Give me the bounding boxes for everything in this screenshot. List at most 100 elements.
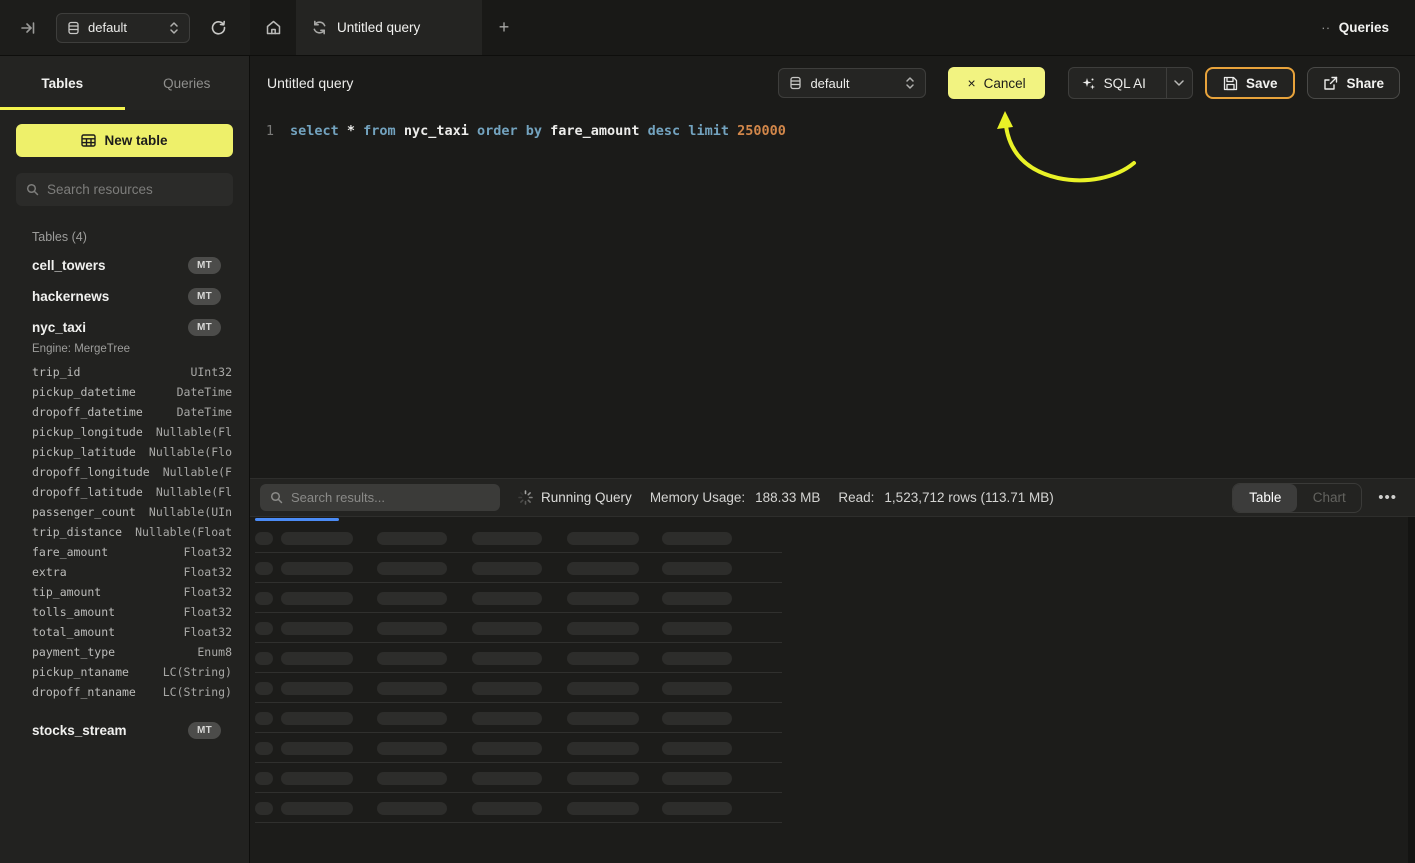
top-bar-left: default xyxy=(0,0,250,55)
results-scrollbar[interactable] xyxy=(1408,517,1415,863)
chevron-updown-icon xyxy=(169,21,179,35)
tab-untitled-query[interactable]: Untitled query xyxy=(296,0,482,55)
sql-ai-main[interactable]: SQL AI xyxy=(1069,68,1158,98)
column-row: extraFloat32 xyxy=(32,565,232,585)
skeleton-pill xyxy=(255,712,273,725)
skeleton-pill xyxy=(281,532,353,545)
collapse-sidebar-button[interactable] xyxy=(14,14,42,42)
column-row: dropoff_latitudeNullable(Fl xyxy=(32,485,232,505)
results-search[interactable] xyxy=(260,484,500,511)
column-type: Nullable(F xyxy=(163,465,232,479)
table-item[interactable]: cell_towersMT xyxy=(16,250,233,281)
code-line-1[interactable]: 1 select * from nyc_taxi order by fare_a… xyxy=(250,121,1415,141)
cancel-button[interactable]: × Cancel xyxy=(948,67,1044,99)
column-name: dropoff_ntaname xyxy=(32,685,136,699)
topbar-database-select[interactable]: default xyxy=(56,13,190,43)
save-button[interactable]: Save xyxy=(1205,67,1296,99)
queries-link[interactable]: ∙∙ Queries xyxy=(1295,0,1415,55)
sql-code-line: select * from nyc_taxi order by fare_amo… xyxy=(290,121,786,141)
skeleton-pill xyxy=(281,772,353,785)
table-name: cell_towers xyxy=(32,258,106,273)
refresh-icon xyxy=(210,19,227,36)
chevron-down-icon xyxy=(1174,80,1184,86)
tables-section-label: Tables (4) xyxy=(32,230,233,244)
sidebar-tab-tables[interactable]: Tables xyxy=(0,56,125,110)
column-type: Float32 xyxy=(184,625,232,639)
table-name: nyc_taxi xyxy=(32,320,86,335)
skeleton-row xyxy=(250,793,1415,823)
column-name: total_amount xyxy=(32,625,115,639)
table-item[interactable]: stocks_stream MT xyxy=(16,715,233,746)
skeleton-pill xyxy=(472,742,542,755)
sidebar-tab-tables-label: Tables xyxy=(41,76,83,91)
sql-token: order by xyxy=(477,123,550,139)
column-row: pickup_datetimeDateTime xyxy=(32,385,232,405)
share-button-label: Share xyxy=(1346,76,1384,91)
memory-usage-stat: Memory Usage: 188.33 MB xyxy=(650,490,821,505)
table-item[interactable]: nyc_taxiMT xyxy=(16,312,233,343)
sql-ai-button[interactable]: SQL AI xyxy=(1068,67,1193,99)
skeleton-pill xyxy=(281,622,353,635)
topbar-database-value: default xyxy=(88,20,161,35)
sql-editor[interactable]: 1 select * from nyc_taxi order by fare_a… xyxy=(250,110,1415,478)
column-name: dropoff_latitude xyxy=(32,485,143,499)
query-database-select[interactable]: default xyxy=(778,68,926,98)
skeleton-pill xyxy=(472,562,542,575)
column-row: dropoff_datetimeDateTime xyxy=(32,405,232,425)
results-area xyxy=(250,517,1415,863)
share-button[interactable]: Share xyxy=(1307,67,1400,99)
skeleton-pill xyxy=(472,652,542,665)
queries-link-label: Queries xyxy=(1339,20,1389,35)
view-toggle-table-label: Table xyxy=(1249,490,1281,505)
skeleton-pill xyxy=(472,802,542,815)
skeleton-pill xyxy=(377,532,447,545)
table-item[interactable]: hackernewsMT xyxy=(16,281,233,312)
skeleton-pill xyxy=(255,802,273,815)
view-toggle-chart[interactable]: Chart xyxy=(1297,484,1361,512)
sidebar-search-input[interactable] xyxy=(47,182,223,197)
column-name: dropoff_longitude xyxy=(32,465,150,479)
memory-usage-value: 188.33 MB xyxy=(755,490,820,505)
table-columns: trip_idUInt32pickup_datetimeDateTimedrop… xyxy=(16,361,233,715)
column-name: fare_amount xyxy=(32,545,108,559)
sidebar-search[interactable] xyxy=(16,173,233,206)
skeleton-pill xyxy=(567,592,639,605)
sql-token: fare_amount xyxy=(550,123,648,139)
skeleton-pill xyxy=(662,652,732,665)
table-name: stocks_stream xyxy=(32,723,127,738)
new-table-button[interactable]: New table xyxy=(16,124,233,157)
sidebar-tab-queries-label: Queries xyxy=(163,76,210,91)
column-row: passenger_countNullable(UIn xyxy=(32,505,232,525)
skeleton-pill xyxy=(255,682,273,695)
skeleton-pill xyxy=(567,562,639,575)
skeleton-pill xyxy=(662,772,732,785)
skeleton-row xyxy=(250,583,1415,613)
table-name: hackernews xyxy=(32,289,109,304)
skeleton-pill xyxy=(281,802,353,815)
skeleton-pill xyxy=(255,652,273,665)
skeleton-pill xyxy=(377,592,447,605)
results-search-input[interactable] xyxy=(291,490,490,505)
new-table-label: New table xyxy=(104,133,167,148)
sidebar-tab-queries[interactable]: Queries xyxy=(125,56,250,110)
new-tab-button[interactable]: + xyxy=(482,0,526,55)
view-toggle-table[interactable]: Table xyxy=(1233,484,1297,512)
sql-token: * xyxy=(347,123,363,139)
sql-ai-dropdown[interactable] xyxy=(1166,68,1192,98)
save-icon xyxy=(1223,76,1238,91)
refresh-button[interactable] xyxy=(204,14,232,42)
table-engine-badge: MT xyxy=(188,722,221,739)
results-menu-button[interactable]: ••• xyxy=(1374,489,1401,506)
home-button[interactable] xyxy=(250,0,296,55)
collapse-sidebar-icon xyxy=(20,20,36,36)
column-type: UInt32 xyxy=(190,365,232,379)
cancel-button-label: Cancel xyxy=(984,76,1026,91)
view-toggle-chart-label: Chart xyxy=(1313,490,1346,505)
column-name: pickup_ntaname xyxy=(32,665,129,679)
database-icon xyxy=(789,76,802,90)
column-row: fare_amount Float32 xyxy=(32,545,232,565)
skeleton-pill xyxy=(567,742,639,755)
column-name: payment_type xyxy=(32,645,115,659)
skeleton-pill xyxy=(377,622,447,635)
column-type: Float32 xyxy=(184,545,232,559)
